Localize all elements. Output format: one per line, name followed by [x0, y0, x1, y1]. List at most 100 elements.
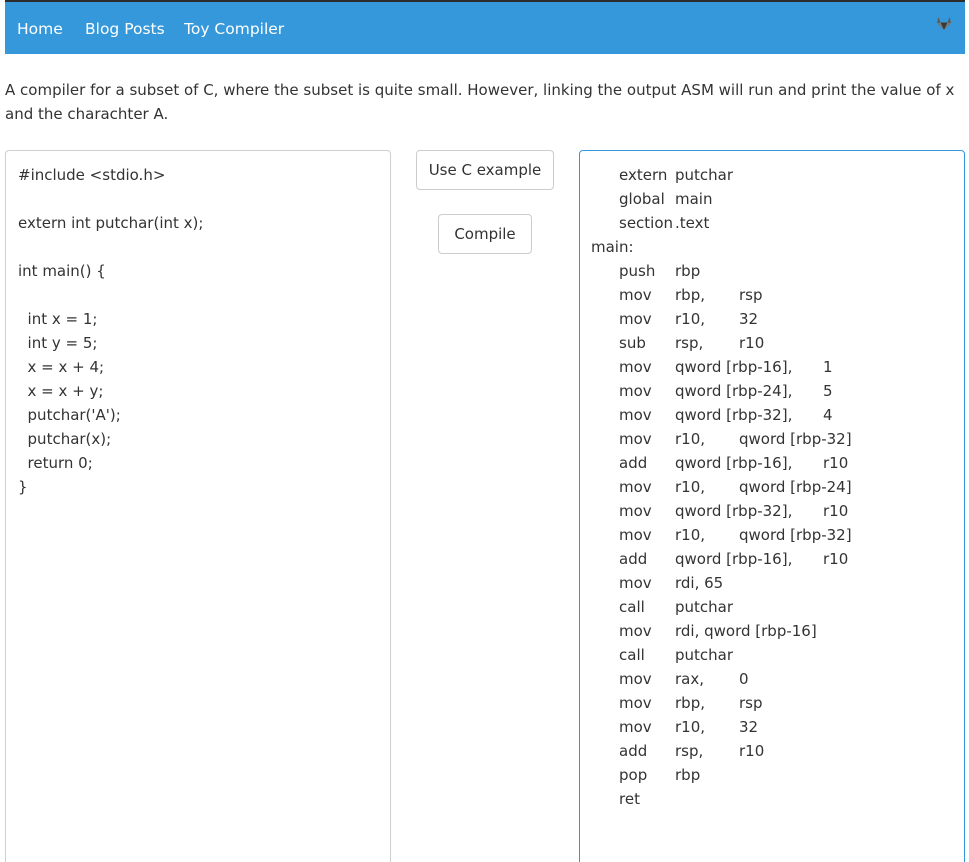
asm-opcode: mov — [619, 526, 652, 544]
asm-opcode: pop — [619, 766, 648, 784]
nav-blog-posts-link[interactable]: Blog Posts — [85, 19, 165, 39]
source-code-line: extern int putchar(int x); — [18, 214, 204, 232]
asm-operand: rbp, — [675, 694, 705, 712]
asm-operand: qword [rbp-16], — [675, 358, 793, 376]
asm-opcode: mov — [619, 670, 652, 688]
asm-operand: rdi, qword [rbp-16] — [675, 622, 817, 640]
asm-opcode: mov — [619, 718, 652, 736]
asm-operand: rax, — [675, 670, 705, 688]
compile-button[interactable]: Compile — [438, 214, 532, 254]
asm-operand: r10 — [823, 502, 849, 520]
asm-operand: rsp, — [675, 334, 704, 352]
source-code-line — [18, 235, 378, 259]
c-source-editor[interactable]: #include <stdio.h> extern int putchar(int… — [5, 150, 391, 862]
source-code-line: putchar('A'); — [18, 406, 121, 424]
asm-operand: r10, — [675, 478, 706, 496]
asm-opcode: mov — [619, 430, 652, 448]
asm-operand: rbp, — [675, 286, 705, 304]
asm-line: main: — [591, 235, 953, 259]
asm-operand: putchar — [675, 166, 734, 184]
use-c-example-button[interactable]: Use C example — [416, 150, 554, 190]
asm-operand: putchar — [675, 598, 734, 616]
asm-opcode: mov — [619, 358, 652, 376]
asm-operand: r10 — [823, 550, 849, 568]
nav-toy-compiler-link[interactable]: Toy Compiler — [184, 19, 284, 39]
source-code-line: x = x + y; — [18, 382, 104, 400]
asm-opcode: add — [619, 550, 648, 568]
asm-opcode: mov — [619, 622, 652, 640]
asm-operand: r10, — [675, 430, 706, 448]
asm-operand: qword [rbp-32], — [675, 406, 793, 424]
asm-line: call putchar — [591, 643, 953, 667]
asm-line: ret — [591, 787, 953, 811]
asm-operand: rbp — [675, 262, 701, 280]
asm-operand: r10, — [675, 718, 706, 736]
source-code-line — [18, 187, 378, 211]
asm-output-panel[interactable]: extern putchar global main section .text main:… — [579, 150, 965, 862]
asm-operand: r10 — [739, 742, 765, 760]
asm-operand: main — [675, 190, 713, 208]
asm-line: mov r10, qword [rbp-32] — [591, 427, 953, 451]
asm-opcode: mov — [619, 502, 652, 520]
asm-operand: .text — [675, 214, 710, 232]
asm-opcode: mov — [619, 310, 652, 328]
intro-description: A compiler for a subset of C, where the … — [5, 81, 955, 123]
asm-operand: putchar — [675, 646, 734, 664]
source-code-line: return 0; — [18, 454, 93, 472]
asm-opcode: mov — [619, 478, 652, 496]
gitlab-fox-icon[interactable] — [935, 14, 953, 32]
asm-line: mov rbp, rsp — [591, 691, 953, 715]
nav-home-link[interactable]: Home — [17, 19, 63, 39]
asm-line: mov qword [rbp-32], r10 — [591, 499, 953, 523]
asm-operand: rdi, 65 — [675, 574, 724, 592]
asm-operand: qword [rbp-32], — [675, 502, 793, 520]
source-code-line — [18, 283, 378, 307]
asm-line: add rsp, r10 — [591, 739, 953, 763]
asm-operand: 32 — [739, 310, 759, 328]
asm-line: section .text — [591, 211, 953, 235]
asm-operand: 32 — [739, 718, 759, 736]
source-code-line: } — [18, 478, 28, 496]
asm-line: mov qword [rbp-24], 5 — [591, 379, 953, 403]
asm-opcode: global — [619, 190, 665, 208]
asm-opcode: call — [619, 598, 645, 616]
asm-line: mov rax, 0 — [591, 667, 953, 691]
asm-operand: qword [rbp-24], — [675, 382, 793, 400]
source-code-line: #include <stdio.h> — [18, 166, 166, 184]
source-code-line: int x = 1; — [18, 310, 98, 328]
asm-opcode: section — [619, 214, 674, 232]
source-code-line: int main() { — [18, 262, 106, 280]
source-code-line: int y = 5; — [18, 334, 98, 352]
asm-line: add qword [rbp-16], r10 — [591, 547, 953, 571]
asm-opcode: mov — [619, 382, 652, 400]
asm-line: mov rdi, qword [rbp-16] — [591, 619, 953, 643]
source-code-line: x = x + 4; — [18, 358, 105, 376]
asm-line: sub rsp, r10 — [591, 331, 953, 355]
asm-line: mov r10, 32 — [591, 307, 953, 331]
asm-label: main: — [591, 238, 634, 256]
asm-operand: rsp, — [675, 742, 704, 760]
asm-operand: qword [rbp-24] — [739, 478, 852, 496]
asm-opcode: add — [619, 454, 648, 472]
asm-line: mov qword [rbp-16], 1 — [591, 355, 953, 379]
asm-operand: qword [rbp-16], — [675, 454, 793, 472]
asm-operand: qword [rbp-16], — [675, 550, 793, 568]
asm-operand: r10 — [739, 334, 765, 352]
asm-line: global main — [591, 187, 953, 211]
asm-line: mov rbp, rsp — [591, 283, 953, 307]
asm-operand: r10, — [675, 310, 706, 328]
asm-operand: qword [rbp-32] — [739, 526, 852, 544]
asm-operand: 0 — [739, 670, 749, 688]
asm-line: pop rbp — [591, 763, 953, 787]
asm-line: mov r10, qword [rbp-24] — [591, 475, 953, 499]
asm-operand: 4 — [823, 406, 833, 424]
navbar: Home Blog Posts Toy Compiler — [5, 2, 965, 54]
asm-opcode: push — [619, 262, 656, 280]
asm-opcode: extern — [619, 166, 668, 184]
source-code-line: putchar(x); — [18, 430, 112, 448]
asm-line: extern putchar — [591, 163, 953, 187]
asm-line: mov qword [rbp-32], 4 — [591, 403, 953, 427]
asm-line: mov rdi, 65 — [591, 571, 953, 595]
asm-opcode: mov — [619, 694, 652, 712]
asm-opcode: mov — [619, 406, 652, 424]
